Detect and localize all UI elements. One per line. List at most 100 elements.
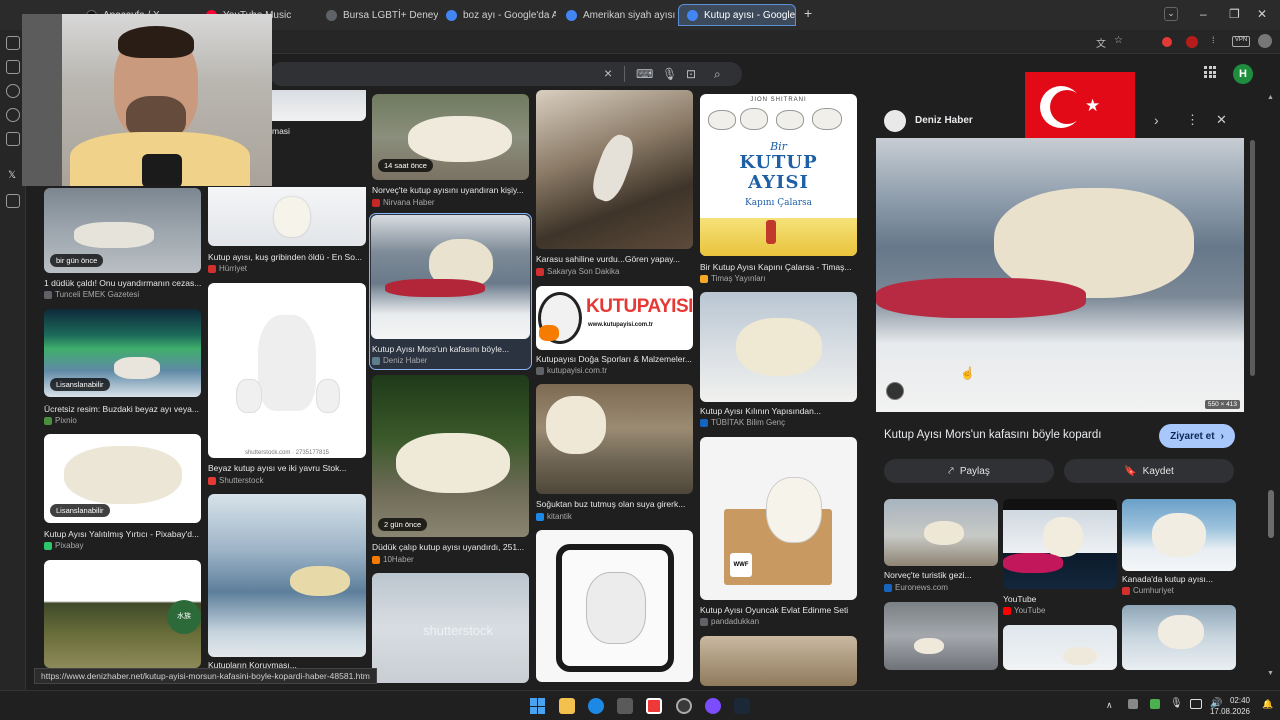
result-source[interactable]: pandadukkan: [700, 617, 858, 626]
panel-image-title[interactable]: Kutup Ayısı Mors'un kafasını böyle kopar…: [884, 429, 1154, 441]
result-source[interactable]: Pixnio: [44, 416, 202, 425]
related-image[interactable]: [1122, 499, 1236, 571]
result-source[interactable]: Nirvana Haber: [372, 198, 530, 207]
scroll-up-icon[interactable]: ▲: [1267, 94, 1274, 101]
preview-image[interactable]: 550 × 413: [876, 138, 1244, 412]
related-caption[interactable]: YouTube: [1003, 594, 1117, 604]
image-result[interactable]: 2 gün önce: [372, 375, 529, 537]
lens-icon[interactable]: ⊡: [686, 67, 696, 81]
search-icon[interactable]: ⌕: [714, 67, 721, 82]
image-result[interactable]: [536, 530, 693, 682]
related-source[interactable]: YouTube: [1003, 606, 1117, 615]
related-image[interactable]: [1003, 625, 1117, 670]
image-result[interactable]: [700, 292, 857, 402]
tab-search-icon[interactable]: ⌄: [1164, 7, 1178, 21]
share-button[interactable]: ⤤ Paylaş: [884, 459, 1054, 483]
maximize-button[interactable]: ❐: [1229, 7, 1240, 21]
result-caption[interactable]: Kutup ayısı, kuş gribinden öldü - En So.…: [208, 252, 366, 262]
result-source[interactable]: Pixabay: [44, 541, 202, 550]
related-image[interactable]: [884, 499, 998, 566]
image-result[interactable]: 水族: [44, 560, 201, 668]
result-caption[interactable]: masi: [272, 126, 366, 136]
notification-icon[interactable]: 🔔: [1262, 699, 1273, 710]
result-source[interactable]: Sakarya Son Dakika: [536, 267, 694, 276]
related-caption[interactable]: Norveç'te turistik gezi...: [884, 570, 998, 580]
panel-source-name[interactable]: Deniz Haber: [915, 115, 973, 126]
image-result[interactable]: shutterstock: [372, 573, 529, 683]
translate-icon[interactable]: ⽂: [1096, 35, 1106, 50]
related-image[interactable]: [1122, 605, 1236, 670]
result-source[interactable]: Hürriyet: [208, 264, 366, 273]
result-source[interactable]: Tunceli EMEK Gazetesi: [44, 290, 202, 299]
image-result[interactable]: [208, 494, 366, 657]
minimize-button[interactable]: –: [1200, 7, 1207, 21]
clear-search-icon[interactable]: ×: [604, 65, 612, 81]
close-window-button[interactable]: ✕: [1257, 7, 1267, 21]
image-result[interactable]: 14 saat önce: [372, 94, 529, 180]
result-caption[interactable]: Ücretsiz resim: Buzdaki beyaz ayı veya..…: [44, 404, 202, 414]
result-source[interactable]: Deniz Haber: [372, 356, 528, 365]
google-apps-icon[interactable]: [1204, 66, 1216, 78]
result-caption[interactable]: Kutup Ayısı Yalıtılmış Yırtıcı - Pixabay…: [44, 529, 202, 539]
tab-amerikan-siyah-ayisi[interactable]: Amerikan siyah ayısı - Goo: [558, 4, 676, 26]
steam-icon[interactable]: [734, 698, 750, 714]
image-result[interactable]: [536, 384, 693, 494]
extension-icon[interactable]: ⁞: [1212, 35, 1215, 45]
result-caption[interactable]: Kutup Ayısı Mors'un kafasını böyle...: [372, 344, 528, 354]
image-result[interactable]: [536, 90, 693, 249]
notes-icon[interactable]: [6, 132, 20, 146]
windows-start-icon[interactable]: [530, 698, 546, 714]
result-caption[interactable]: Bir Kutup Ayısı Kapını Çalarsa - Timaş..…: [700, 262, 858, 272]
related-source[interactable]: Cumhuriyet: [1122, 586, 1236, 595]
tray-icon[interactable]: [1150, 699, 1160, 709]
image-result[interactable]: KUTUPAYISI www.kutupayisi.com.tr: [536, 286, 693, 350]
result-source[interactable]: Timaş Yayınları: [700, 274, 858, 283]
panel-icon[interactable]: [6, 36, 20, 50]
result-caption[interactable]: Düdük çalıp kutup ayısı uyandırdı, 251..…: [372, 542, 530, 552]
app-icon[interactable]: [676, 698, 692, 714]
history-icon[interactable]: [6, 108, 20, 122]
visit-button[interactable]: Ziyaret et ›: [1159, 424, 1235, 448]
bookmarks-icon[interactable]: [6, 60, 20, 74]
downloads-icon[interactable]: [6, 84, 20, 98]
related-caption[interactable]: Kanada'da kutup ayısı...: [1122, 574, 1236, 584]
result-source[interactable]: 10Haber: [372, 555, 530, 564]
file-explorer-icon[interactable]: [559, 698, 575, 714]
result-caption[interactable]: Beyaz kutup ayısı ve iki yavru Stok...: [208, 463, 366, 473]
image-result[interactable]: [700, 636, 857, 686]
scroll-down-icon[interactable]: ▼: [1267, 670, 1274, 677]
keyboard-icon[interactable]: ⌨: [636, 67, 653, 81]
result-caption[interactable]: Karasu sahiline vurdu...Gören yapay...: [536, 254, 694, 264]
save-button[interactable]: 🔖 Kaydet: [1064, 459, 1234, 483]
edge-icon[interactable]: [588, 698, 604, 714]
add-panel-icon[interactable]: [6, 194, 20, 208]
image-result[interactable]: WWF: [700, 437, 857, 600]
result-caption[interactable]: Kutup Ayısı Oyuncak Evlat Edinme Seti: [700, 605, 858, 615]
image-result[interactable]: [272, 90, 366, 121]
system-clock[interactable]: 02:40 17.08.2026: [1210, 695, 1250, 717]
ublock-icon[interactable]: [1186, 36, 1198, 48]
profile-avatar-icon[interactable]: [1258, 34, 1272, 48]
vivaldi-icon[interactable]: [646, 698, 662, 714]
next-image-icon[interactable]: ›: [1154, 112, 1159, 128]
tray-overflow-icon[interactable]: ∧: [1106, 700, 1113, 711]
result-source[interactable]: TÜBİTAK Bilim Genç: [700, 418, 858, 427]
image-result[interactable]: Lisanslanabilir: [44, 434, 201, 523]
panel-scrollbar-thumb[interactable]: [1250, 140, 1255, 376]
new-tab-button[interactable]: +: [804, 5, 812, 21]
result-caption[interactable]: Kutup Ayısı Kılının Yapısından...: [700, 406, 858, 416]
tray-icon[interactable]: [1128, 699, 1138, 709]
vpn-icon[interactable]: VPN: [1232, 36, 1250, 47]
related-source[interactable]: Euronews.com: [884, 583, 998, 592]
image-result[interactable]: JION SHITRANI Bir KUTUP AYISI Kapını Çal…: [700, 94, 857, 256]
microphone-tray-icon[interactable]: 🎙: [1170, 698, 1183, 709]
store-icon[interactable]: [617, 698, 633, 714]
extension-icon[interactable]: [1162, 37, 1172, 47]
tab-bursa[interactable]: Bursa LGBTİ+ Deneyimi Öz: [318, 4, 438, 26]
lens-search-icon[interactable]: [886, 382, 904, 400]
search-input[interactable]: × ⌨ 🎙 ⊡ ⌕: [270, 62, 742, 86]
close-panel-icon[interactable]: ✕: [1216, 112, 1227, 128]
result-source[interactable]: kutupayisi.com.tr: [536, 366, 694, 375]
related-image[interactable]: [884, 602, 998, 670]
page-scrollbar[interactable]: ▲ ▼: [1267, 94, 1274, 678]
